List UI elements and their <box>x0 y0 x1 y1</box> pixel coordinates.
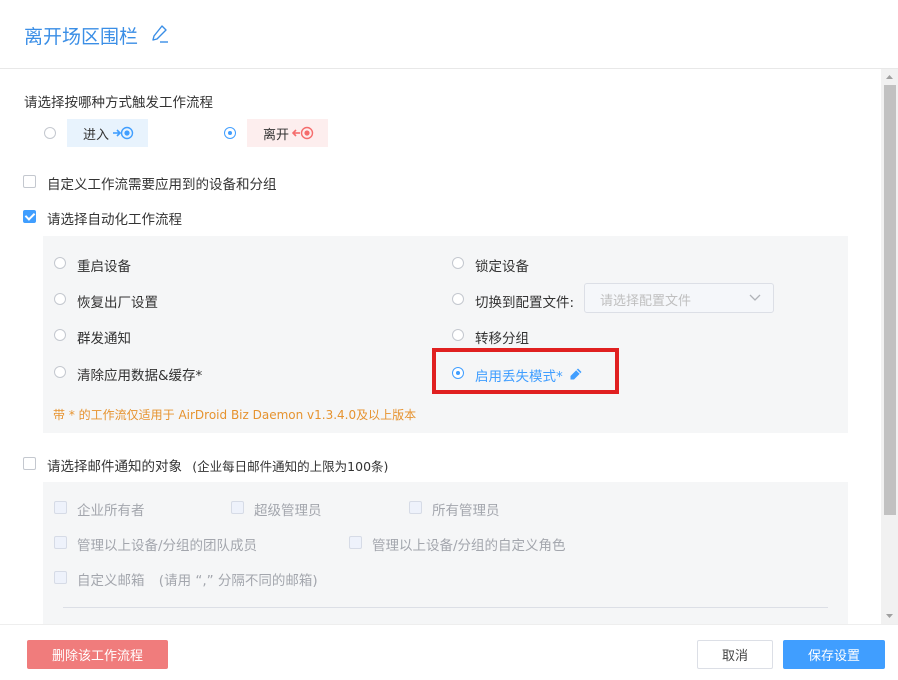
switch-config-radio[interactable] <box>452 293 464 305</box>
delete-workflow-button[interactable]: 删除该工作流程 <box>27 640 168 669</box>
email-notify-label: 请选择邮件通知的对象 (企业每日邮件通知的上限为100条) <box>47 455 388 475</box>
trigger-leave-option[interactable]: 离开 <box>247 119 328 147</box>
divider <box>63 607 828 608</box>
edit-title-icon[interactable] <box>151 24 169 44</box>
owner-checkbox[interactable] <box>54 501 67 514</box>
page-title: 离开场区围栏 <box>24 26 139 48</box>
transfer-group-radio[interactable] <box>452 329 464 341</box>
scrollbar-thumb[interactable] <box>884 85 896 515</box>
daemon-version-note: 带 * 的工作流仅适用于 AirDroid Biz Daemon v1.3.4.… <box>53 408 417 422</box>
all-admins-checkbox[interactable] <box>409 501 422 514</box>
trigger-leave-radio[interactable] <box>224 127 236 139</box>
custom-email-title: 自定义邮箱 <box>77 573 145 589</box>
trigger-enter-label: 进入 <box>83 127 110 143</box>
restart-device-label: 重启设备 <box>77 259 131 275</box>
custom-role-checkbox[interactable] <box>349 536 362 549</box>
email-limit-hint: (企业每日邮件通知的上限为100条) <box>192 459 389 474</box>
bulk-notify-radio[interactable] <box>54 329 66 341</box>
trigger-enter-radio[interactable] <box>44 127 56 139</box>
dialog-footer: 删除该工作流程 取消 保存设置 <box>0 624 898 680</box>
enter-geofence-icon <box>113 126 134 140</box>
restart-device-radio[interactable] <box>54 257 66 269</box>
automation-options-panel <box>43 236 848 433</box>
scrollbar[interactable] <box>881 69 898 624</box>
email-notify-checkbox[interactable] <box>23 457 36 470</box>
custom-role-label: 管理以上设备/分组的自定义角色 <box>372 538 566 554</box>
bulk-notify-label: 群发通知 <box>77 331 131 347</box>
factory-reset-label: 恢复出厂设置 <box>77 295 158 311</box>
chevron-down-icon <box>749 294 761 301</box>
factory-reset-radio[interactable] <box>54 293 66 305</box>
custom-devices-label: 自定义工作流需要应用到的设备和分组 <box>47 177 277 193</box>
trigger-enter-option[interactable]: 进入 <box>67 119 148 147</box>
super-admin-label: 超级管理员 <box>254 503 322 519</box>
clear-app-data-radio[interactable] <box>54 366 66 378</box>
email-notify-title: 请选择邮件通知的对象 <box>47 459 182 475</box>
switch-config-label: 切换到配置文件: <box>475 295 575 311</box>
owner-label: 企业所有者 <box>77 503 145 519</box>
custom-email-hint: (请用 “,” 分隔不同的邮箱) <box>158 573 318 589</box>
leave-geofence-icon <box>292 126 314 140</box>
scroll-down-icon[interactable] <box>881 610 898 622</box>
highlight-box <box>432 348 619 394</box>
custom-devices-checkbox[interactable] <box>23 175 36 188</box>
team-members-checkbox[interactable] <box>54 536 67 549</box>
lock-device-label: 锁定设备 <box>475 259 529 275</box>
automation-label: 请选择自动化工作流程 <box>47 212 182 228</box>
trigger-section-label: 请选择按哪种方式触发工作流程 <box>24 95 213 111</box>
clear-app-data-label: 清除应用数据&缓存* <box>77 368 203 384</box>
all-admins-label: 所有管理员 <box>432 503 500 519</box>
automation-checkbox[interactable] <box>23 210 36 223</box>
team-members-label: 管理以上设备/分组的团队成员 <box>77 538 258 554</box>
lock-device-radio[interactable] <box>452 257 464 269</box>
config-file-select-placeholder: 请选择配置文件 <box>600 294 692 309</box>
custom-email-checkbox[interactable] <box>54 571 67 584</box>
trigger-leave-label: 离开 <box>263 127 290 143</box>
dialog-header: 离开场区围栏 <box>0 0 898 69</box>
scroll-up-icon[interactable] <box>881 71 898 83</box>
config-file-select[interactable]: 请选择配置文件 <box>584 283 774 313</box>
super-admin-checkbox[interactable] <box>231 501 244 514</box>
save-settings-button[interactable]: 保存设置 <box>783 640 885 669</box>
cancel-button[interactable]: 取消 <box>697 640 773 669</box>
transfer-group-label: 转移分组 <box>475 331 529 347</box>
dialog-body: 请选择按哪种方式触发工作流程 进入 离开 自定义工作流需要应用到的设备和分组 请… <box>0 69 881 624</box>
custom-email-label: 自定义邮箱 (请用 “,” 分隔不同的邮箱) <box>77 569 318 589</box>
